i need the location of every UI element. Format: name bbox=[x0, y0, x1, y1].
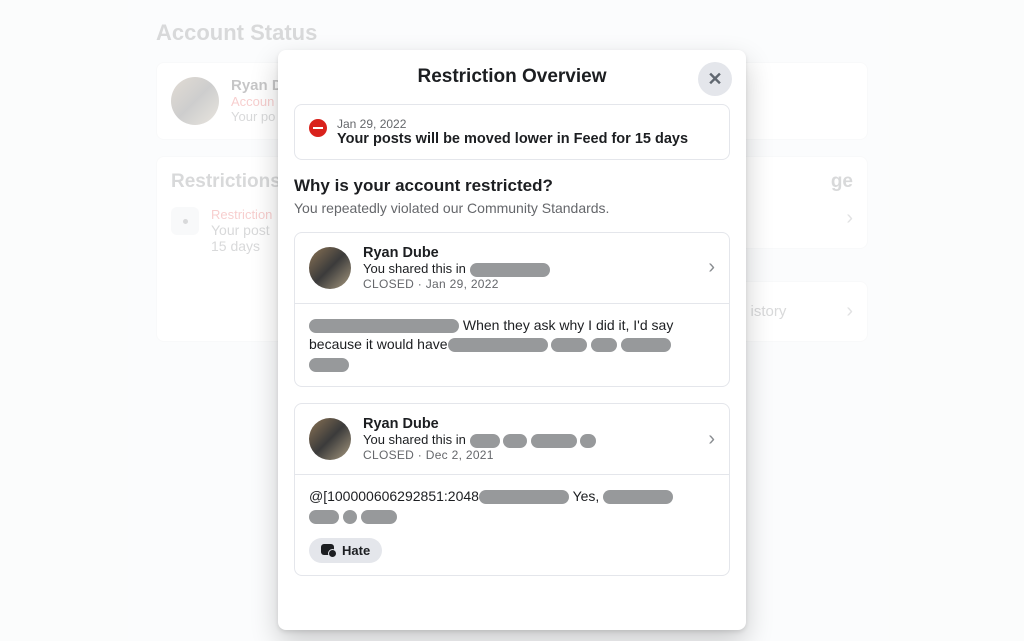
restriction-notice: Jan 29, 2022 Your posts will be moved lo… bbox=[294, 104, 730, 160]
violation-content: @[100000606292851:2048 Yes, bbox=[295, 475, 729, 538]
modal-header: Restriction Overview ✕ bbox=[278, 50, 746, 104]
close-icon: ✕ bbox=[707, 69, 722, 90]
close-button[interactable]: ✕ bbox=[698, 62, 732, 96]
violation-tags: Hate bbox=[295, 538, 729, 575]
violation-author: Ryan Dube bbox=[363, 416, 696, 432]
violation-meta: CLOSED · Dec 2, 2021 bbox=[363, 448, 696, 462]
restriction-overview-modal: Restriction Overview ✕ Jan 29, 2022 Your… bbox=[278, 50, 746, 630]
restriction-icon bbox=[309, 119, 327, 137]
violation-content: When they ask why I did it, I'd say beca… bbox=[295, 304, 729, 387]
violation-shared-in: You shared this in bbox=[363, 261, 696, 277]
hate-speech-icon bbox=[321, 544, 336, 557]
violation-meta: CLOSED · Jan 29, 2022 bbox=[363, 277, 696, 291]
modal-overlay: Restriction Overview ✕ Jan 29, 2022 Your… bbox=[0, 0, 1024, 641]
violation-card: Ryan Dube You shared this in CLOSED · Ja… bbox=[294, 232, 730, 387]
modal-title: Restriction Overview bbox=[294, 66, 730, 88]
chevron-right-icon: › bbox=[708, 256, 715, 279]
violation-header[interactable]: Ryan Dube You shared this in CLOSED · De… bbox=[295, 404, 729, 475]
why-restricted-sub: You repeatedly violated our Community St… bbox=[294, 200, 730, 216]
violation-header[interactable]: Ryan Dube You shared this in CLOSED · Ja… bbox=[295, 233, 729, 304]
avatar bbox=[309, 418, 351, 460]
notice-message: Your posts will be moved lower in Feed f… bbox=[337, 131, 688, 147]
chevron-right-icon: › bbox=[708, 428, 715, 451]
avatar bbox=[309, 247, 351, 289]
violation-author: Ryan Dube bbox=[363, 245, 696, 261]
violation-shared-in: You shared this in bbox=[363, 432, 696, 448]
notice-date: Jan 29, 2022 bbox=[337, 117, 688, 131]
why-restricted-title: Why is your account restricted? bbox=[294, 176, 730, 196]
modal-body: Jan 29, 2022 Your posts will be moved lo… bbox=[278, 104, 746, 576]
hate-tag: Hate bbox=[309, 538, 382, 563]
violation-card: Ryan Dube You shared this in CLOSED · De… bbox=[294, 403, 730, 576]
